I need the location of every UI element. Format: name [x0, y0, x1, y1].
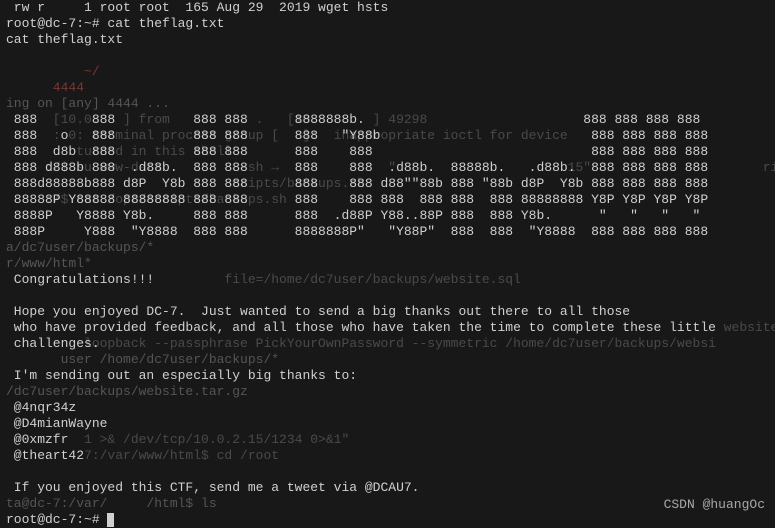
terminal-line: ing on [any] 4444 ... [6, 96, 775, 112]
terminal-line: If you enjoyed this CTF, send me a tweet… [6, 480, 775, 496]
terminal-line: 888d88888b888 d8P Y8b 888 888 888 888 d8… [6, 176, 775, 192]
terminal-line: 88888P Y88888 88888888 888 888 888 888 8… [6, 192, 775, 208]
terminal-line: @4nqr34z [6, 400, 775, 416]
terminal-line: I'm sending out an especially big thanks… [6, 368, 775, 384]
terminal-line: ~/ [6, 64, 775, 80]
terminal-line: @D4mianWayne [6, 416, 775, 432]
terminal-line [6, 464, 775, 480]
terminal-line: 888P Y888 "Y8888 888 888 8888888P" "Y88P… [6, 224, 775, 240]
terminal-line: 888 d8b 888 888 888 888 888 888 888 888 … [6, 144, 775, 160]
terminal-line: @theart42 [6, 448, 775, 464]
terminal-output: rw r 1 root root 165 Aug 29 2019 wget hs… [6, 0, 775, 528]
terminal-line: who have provided feedback, and all thos… [6, 320, 775, 336]
watermark-text: CSDN @huangOc [664, 497, 765, 513]
terminal-line: user /home/dc7user/backups/* [6, 352, 775, 368]
terminal-line: 888 888 888 888 8888888b. 888 888 888 88… [6, 112, 775, 128]
terminal-line: ta@dc-7:/var/ /html$ ls [6, 496, 775, 512]
terminal-line: 4444 [6, 80, 775, 96]
cursor-icon [107, 513, 114, 527]
terminal-line: Hope you enjoyed DC-7. Just wanted to se… [6, 304, 775, 320]
terminal-line [6, 288, 775, 304]
terminal-line: root@dc-7:~# cat theflag.txt [6, 16, 775, 32]
terminal-line: /dc7user/backups/website.tar.gz [6, 384, 775, 400]
terminal-line: @0xmzfr [6, 432, 775, 448]
terminal-line: 8888P Y8888 Y8b. 888 888 888 .d88P Y88..… [6, 208, 775, 224]
terminal-line: a/dc7user/backups/* [6, 240, 775, 256]
terminal-line: r/www/html* [6, 256, 775, 272]
terminal-line: cat theflag.txt [6, 32, 775, 48]
terminal-line [6, 48, 775, 64]
terminal-line: root@dc-7:~# [6, 512, 775, 528]
terminal-line: rw r 1 root root 165 Aug 29 2019 wget hs… [6, 0, 775, 16]
terminal-line: 888 d888b 888 .d88b. 888 888 888 888 .d8… [6, 160, 775, 176]
terminal-line: challenges. [6, 336, 775, 352]
terminal-line: 888 o 888 888 888 888 "Y88b 888 888 888 … [6, 128, 775, 144]
terminal-line: Congratulations!!! [6, 272, 775, 288]
